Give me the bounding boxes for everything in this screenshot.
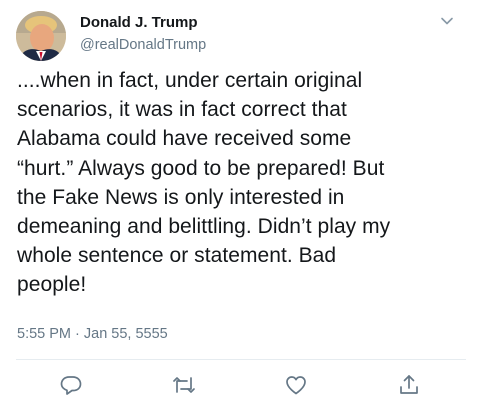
divider	[16, 359, 466, 360]
tweet-timestamp[interactable]: 5:55 PM · Jan 55, 5555	[17, 326, 168, 342]
author-display-name[interactable]: Donald J. Trump	[80, 14, 198, 31]
like-icon[interactable]	[284, 373, 308, 397]
tweet-card: Donald J. Trump @realDonaldTrump ....whe…	[0, 0, 480, 410]
profile-photo-icon	[16, 11, 66, 61]
share-icon[interactable]	[397, 373, 421, 397]
author-handle[interactable]: @realDonaldTrump	[80, 37, 206, 53]
reply-icon[interactable]	[59, 373, 83, 397]
avatar[interactable]	[16, 11, 66, 61]
retweet-icon[interactable]	[172, 373, 196, 397]
tweet-text: ....when in fact, under certain original…	[17, 69, 391, 297]
chevron-down-icon[interactable]	[439, 13, 455, 29]
